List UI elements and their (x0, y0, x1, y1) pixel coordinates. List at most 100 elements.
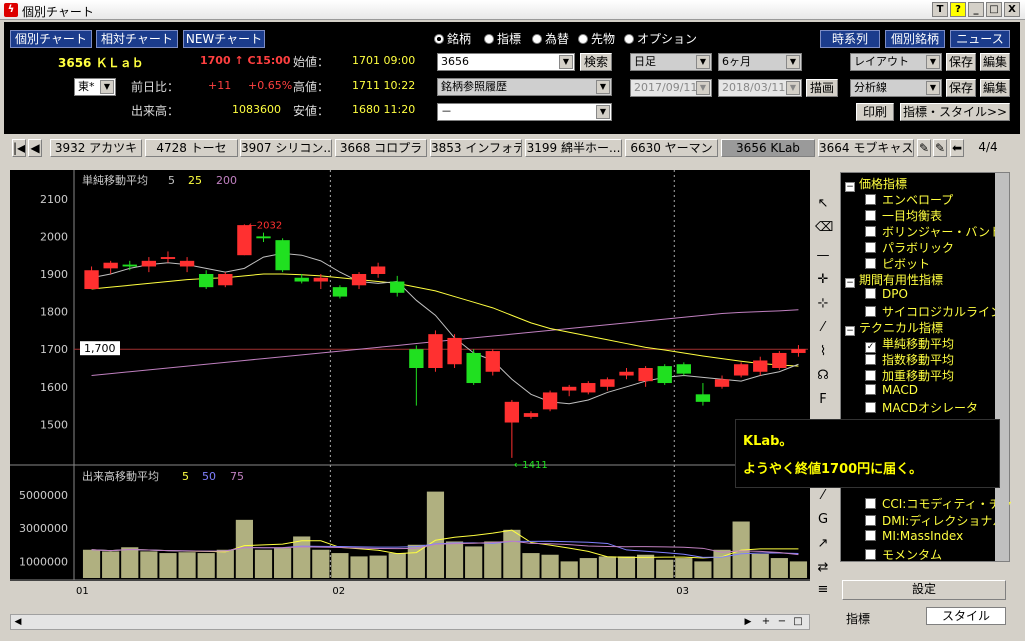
timeseries-button[interactable]: 時系列 (820, 30, 880, 48)
parallel-icon[interactable]: ⇄ (815, 560, 831, 576)
radio-stock[interactable]: 銘柄 (434, 30, 471, 46)
reset-zoom-icon[interactable]: □ (791, 615, 805, 629)
stock-tab-3907[interactable]: 3907 シリコン... (240, 139, 332, 157)
tree-item[interactable]: エンベロープ (865, 191, 953, 208)
tree-item[interactable]: DPO (865, 287, 908, 301)
edit-tab-icon[interactable]: ✎ (917, 139, 931, 157)
tree-item[interactable]: MACDオシレータ (865, 399, 978, 416)
checkbox-icon[interactable] (865, 242, 876, 253)
stock-tab-3932[interactable]: 3932 アカツキ (50, 139, 142, 157)
tree-item[interactable]: パラボリック (865, 239, 954, 256)
checkbox-icon[interactable] (865, 515, 876, 526)
price-chart-svg[interactable]: 1500 1600 1700 1800 1900 2000 2100 1000000 30000… (10, 170, 810, 600)
analysis-select[interactable]: 分析線 ▼ (850, 79, 942, 97)
zoom-in-icon[interactable]: + (759, 615, 773, 629)
topmost-button[interactable]: T (932, 2, 948, 17)
tree-item[interactable]: 一目均衡表 (865, 207, 942, 224)
stock-tab-3668[interactable]: 3668 コロプラ (335, 139, 427, 157)
sub-select[interactable]: － ▼ (437, 103, 612, 121)
fan-icon[interactable]: ⌇ (815, 344, 831, 360)
print-button[interactable]: 印刷 (856, 103, 894, 121)
prev-page-icon[interactable]: ◀ (28, 139, 42, 157)
checkbox-icon[interactable] (865, 194, 876, 205)
tree-item[interactable]: 加重移動平均 (865, 367, 954, 384)
stock-tab-4728[interactable]: 4728 トーセ (145, 139, 238, 157)
checkbox-icon[interactable] (865, 384, 876, 395)
stock-tab-3199[interactable]: 3199 綿半ホー... (525, 139, 622, 157)
minimize-button[interactable]: _ (968, 2, 984, 17)
scroll-left-icon[interactable]: ◀ (11, 615, 25, 629)
stock-tab-3664[interactable]: 3664 モブキャス (818, 139, 914, 157)
radio-options[interactable]: オプション (624, 30, 697, 46)
tree-item[interactable]: MI:MassIndex (865, 529, 963, 543)
cross-tool-icon[interactable]: ⊹ (815, 296, 831, 312)
indicator-style-button[interactable]: 指標・スタイル>> (900, 103, 1010, 121)
tab-individual-chart[interactable]: 個別チャート (10, 30, 92, 48)
tree-group[interactable]: − テクニカル指標 (845, 319, 943, 336)
tree-item[interactable]: DMI:ディレクショナル (865, 512, 1004, 529)
exchange-select[interactable]: 東* ▼ (74, 78, 116, 96)
horizontal-line-icon[interactable]: — (815, 248, 831, 264)
scroll-right-icon[interactable]: ▶ (741, 615, 755, 629)
date-to[interactable]: 2018/03/11 ▼ (718, 79, 802, 97)
checkbox-icon[interactable] (865, 258, 876, 269)
tree-group[interactable]: − 価格指標 (845, 175, 907, 192)
ray-icon[interactable]: ↗ (815, 536, 831, 552)
layout-edit-button[interactable]: 編集 (980, 53, 1010, 71)
interval-select[interactable]: 日足 ▼ (630, 53, 712, 71)
fibonacci-icon[interactable]: F (815, 392, 831, 408)
layout-select[interactable]: レイアウト ▼ (850, 53, 942, 71)
channel-icon[interactable]: ⁄ (815, 488, 831, 504)
tab-style[interactable]: スタイル (926, 607, 1006, 625)
tree-item[interactable]: 指数移動平均 (865, 351, 954, 368)
radio-indicator[interactable]: 指標 (484, 30, 521, 46)
checkbox-icon[interactable] (865, 306, 876, 317)
cycle-icon[interactable]: ≡ (815, 582, 831, 598)
tree-item[interactable]: ボリンジャー・バンド (865, 223, 1002, 240)
eraser-icon[interactable]: ⌫ (815, 220, 833, 236)
crosshair-icon[interactable]: ✛ (815, 272, 831, 288)
checkbox-icon[interactable] (865, 549, 876, 560)
chart-scrollbar[interactable]: ◀ ▶ + − □ (10, 614, 810, 630)
collapse-icon[interactable]: − (845, 278, 855, 288)
tree-item[interactable]: CCI:コモディティ・チャ (865, 495, 1013, 512)
individual-stock-button[interactable]: 個別銘柄 (885, 30, 945, 48)
date-from[interactable]: 2017/09/11 ▼ (630, 79, 712, 97)
help-button[interactable]: ? (950, 2, 966, 17)
tab-indicator[interactable]: 指標 (846, 610, 870, 627)
arc-icon[interactable]: ☊ (815, 368, 831, 384)
draw-button[interactable]: 描画 (806, 79, 838, 97)
checkbox-icon[interactable] (865, 226, 876, 237)
checkbox-icon[interactable] (865, 370, 876, 381)
span-select[interactable]: 6ヶ月 ▼ (718, 53, 802, 71)
tree-scrollbar[interactable] (995, 173, 1009, 561)
tree-group[interactable]: − 期間有用性指標 (845, 271, 943, 288)
checkbox-icon[interactable] (865, 402, 876, 413)
tab-new-chart[interactable]: NEWチャート (183, 30, 265, 48)
stock-tab-3656[interactable]: 3656 KLab (721, 139, 815, 157)
maximize-button[interactable]: □ (986, 2, 1002, 17)
news-button[interactable]: ニュース (950, 30, 1010, 48)
close-button[interactable]: X (1004, 2, 1020, 17)
chart-area[interactable]: 1500 1600 1700 1800 1900 2000 2100 1000000 30000… (10, 170, 810, 600)
settings-button[interactable]: 設定 (842, 580, 1006, 600)
tree-item[interactable]: サイコロジカルライン (865, 303, 1002, 320)
stock-tab-3853[interactable]: 3853 インフォテリ (430, 139, 522, 157)
radio-futures[interactable]: 先物 (578, 30, 615, 46)
checkbox-icon[interactable] (865, 530, 876, 541)
tab-relative-chart[interactable]: 相対チャート (96, 30, 178, 48)
history-select[interactable]: 銘柄参照履歴 ▼ (437, 78, 612, 96)
layout-save-button[interactable]: 保存 (946, 53, 976, 71)
checkbox-icon[interactable] (865, 354, 876, 365)
tree-item[interactable]: モメンタム (865, 546, 942, 563)
gann-icon[interactable]: G (815, 512, 831, 528)
radio-forex[interactable]: 為替 (532, 30, 569, 46)
checkbox-icon[interactable] (865, 498, 876, 509)
trendline-icon[interactable]: ⁄ (815, 320, 831, 336)
back-arrow-icon[interactable]: ⬅ (950, 139, 964, 157)
tree-item[interactable]: MACD (865, 383, 918, 397)
search-button[interactable]: 検索 (580, 53, 612, 71)
cursor-icon[interactable]: ↖ (815, 196, 831, 212)
first-page-icon[interactable]: |◀ (12, 139, 26, 157)
analysis-save-button[interactable]: 保存 (946, 79, 976, 97)
